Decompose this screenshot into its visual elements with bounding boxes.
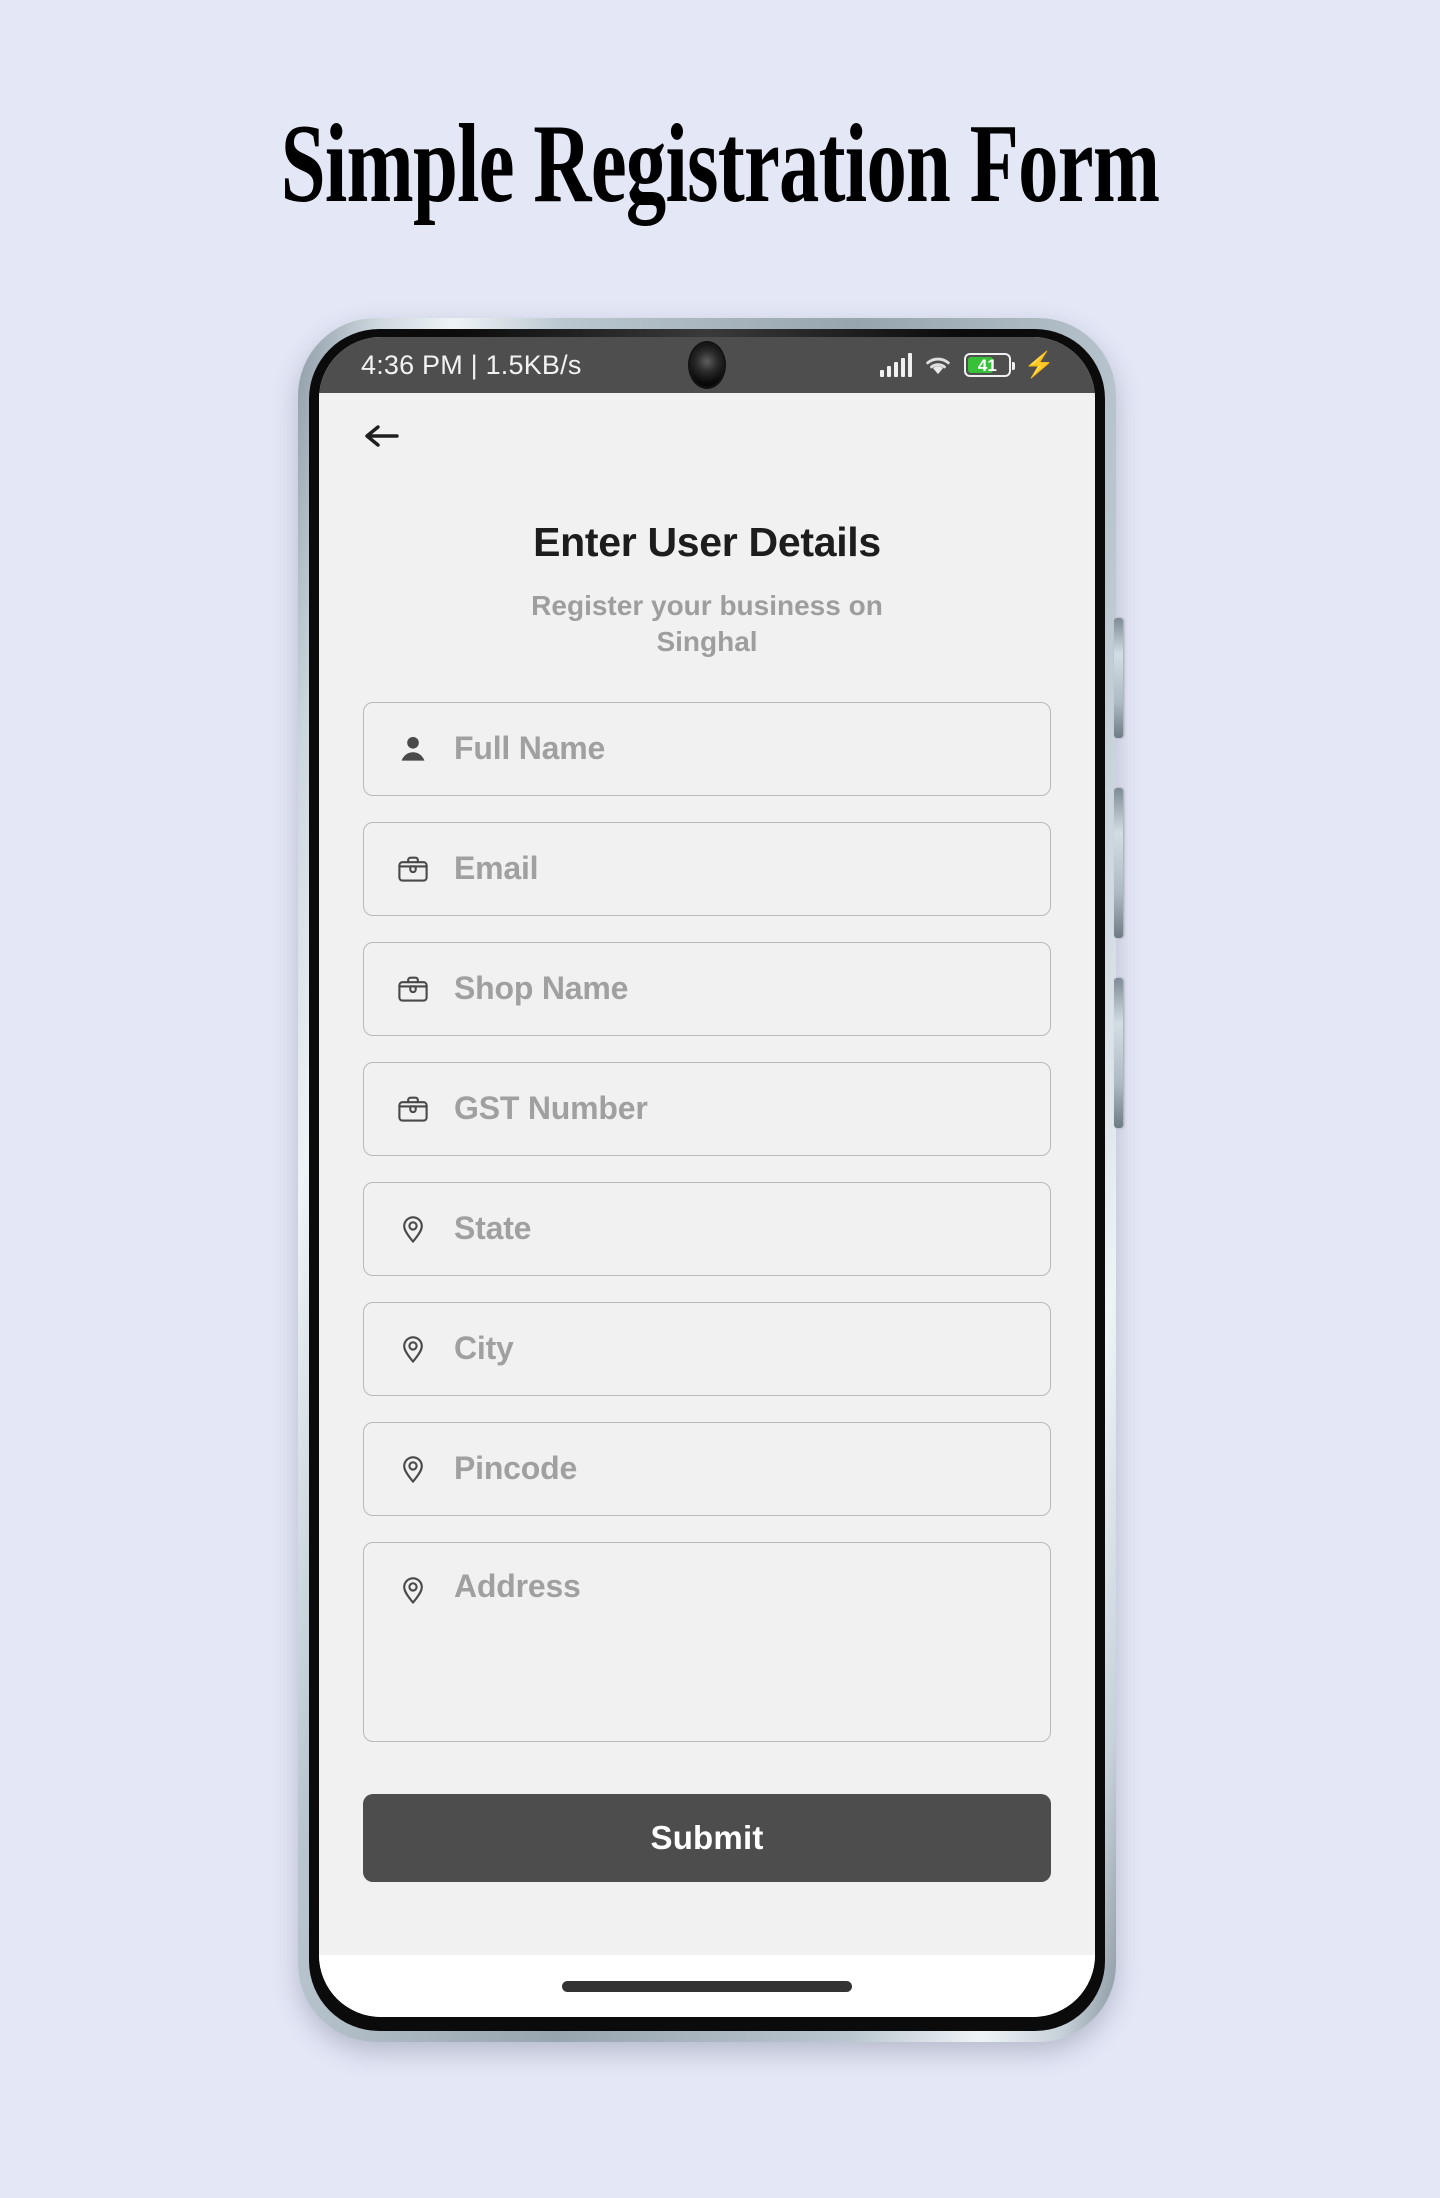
field-gst-number[interactable]: GST Number xyxy=(363,1061,1051,1156)
field-full-name[interactable]: Full Name xyxy=(363,701,1051,796)
field-shop-name-placeholder: Shop Name xyxy=(454,970,629,1007)
field-email[interactable]: Email xyxy=(363,821,1051,916)
location-pin-icon xyxy=(394,1450,432,1488)
field-city-placeholder: City xyxy=(454,1330,514,1367)
location-pin-icon xyxy=(394,1571,432,1609)
field-address[interactable]: Address xyxy=(363,1541,1051,1742)
app-bar xyxy=(319,393,1095,479)
submit-button-container: Submit xyxy=(319,1768,1095,1882)
phone-mockup: 4:36 PM | 1.5KB/s 41 ⚡ Enter User Detail… xyxy=(298,318,1123,2042)
phone-screen: 4:36 PM | 1.5KB/s 41 ⚡ Enter User Detail… xyxy=(319,337,1095,2017)
form-fields: Full Name Email Shop Name GST Number Sta… xyxy=(319,701,1095,1768)
phone-side-button-volume-down[interactable] xyxy=(1114,788,1123,938)
person-filled-icon xyxy=(394,730,432,768)
field-full-name-placeholder: Full Name xyxy=(454,730,606,767)
wifi-icon xyxy=(926,357,950,375)
field-state[interactable]: State xyxy=(363,1181,1051,1276)
field-pincode[interactable]: Pincode xyxy=(363,1421,1051,1516)
submit-button[interactable]: Submit xyxy=(363,1793,1051,1882)
app-content: Enter User Details Register your busines… xyxy=(319,393,1095,1955)
phone-bezel: 4:36 PM | 1.5KB/s 41 ⚡ Enter User Detail… xyxy=(309,329,1105,2031)
location-pin-icon xyxy=(394,1210,432,1248)
phone-side-button-power[interactable] xyxy=(1114,978,1123,1128)
status-bar-indicators: 41 ⚡ xyxy=(879,350,1055,379)
form-title: Enter User Details xyxy=(533,519,881,565)
navigation-bar xyxy=(319,1955,1095,2017)
field-state-placeholder: State xyxy=(454,1210,532,1247)
battery-icon: 41 xyxy=(963,353,1015,377)
briefcase-icon xyxy=(394,970,432,1008)
status-bar: 4:36 PM | 1.5KB/s 41 ⚡ xyxy=(319,337,1095,393)
field-address-placeholder: Address xyxy=(454,1567,581,1604)
form-subtitle: Register your business on Singhal xyxy=(531,590,883,657)
battery-level-label: 41 xyxy=(977,355,997,375)
signal-bars-icon xyxy=(879,353,912,377)
phone-side-button-volume-up[interactable] xyxy=(1114,618,1123,738)
field-city[interactable]: City xyxy=(363,1301,1051,1396)
status-bar-time-and-network: 4:36 PM | 1.5KB/s xyxy=(361,349,582,380)
field-pincode-placeholder: Pincode xyxy=(454,1450,578,1487)
field-shop-name[interactable]: Shop Name xyxy=(363,941,1051,1036)
field-email-placeholder: Email xyxy=(454,850,539,887)
back-arrow-icon[interactable] xyxy=(361,420,405,452)
phone-frame: 4:36 PM | 1.5KB/s 41 ⚡ Enter User Detail… xyxy=(298,318,1123,2042)
page-title: Simple Registration Form xyxy=(280,102,1160,226)
location-pin-icon xyxy=(394,1330,432,1368)
charging-bolt-icon: ⚡ xyxy=(1023,350,1055,379)
briefcase-icon xyxy=(394,1090,432,1128)
field-gst-number-placeholder: GST Number xyxy=(454,1090,648,1127)
home-indicator-bar[interactable] xyxy=(562,1980,852,1992)
briefcase-icon xyxy=(394,850,432,888)
form-headings: Enter User Details Register your busines… xyxy=(319,519,1095,660)
front-camera-icon xyxy=(690,343,724,387)
